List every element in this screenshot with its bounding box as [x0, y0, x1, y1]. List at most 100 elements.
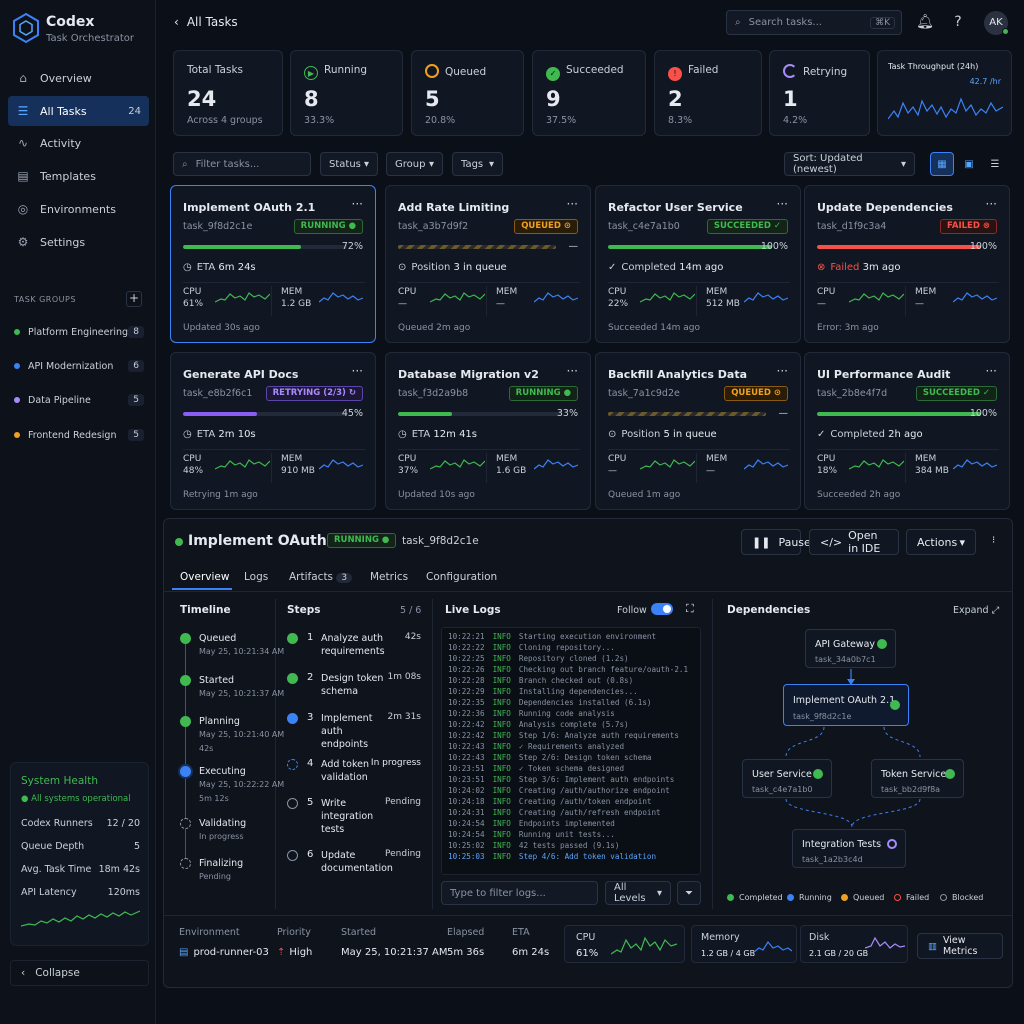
- group-dropdown[interactable]: Group ▾: [386, 152, 443, 176]
- help-icon[interactable]: ?: [949, 13, 967, 31]
- nav-settings[interactable]: ⚙ Settings: [8, 227, 149, 257]
- metric-value: 61%: [576, 948, 599, 959]
- check-icon: [945, 769, 955, 779]
- dep-node-current[interactable]: Implement OAuth 2.1 task_9f8d2c1e: [783, 684, 909, 726]
- nav-all-tasks[interactable]: ☰ All Tasks 24: [8, 96, 149, 126]
- dep-node[interactable]: Integration Tests task_1a2b3c4d: [792, 829, 906, 868]
- back-button[interactable]: ‹ All Tasks: [174, 15, 238, 29]
- board-view-icon[interactable]: ▣: [957, 152, 981, 176]
- divider: [486, 286, 487, 316]
- avatar[interactable]: AK: [984, 11, 1009, 35]
- nav-overview[interactable]: ⌂ Overview: [8, 63, 149, 93]
- health-value: 120ms: [107, 887, 140, 898]
- dep-node[interactable]: Token Service task_bb2d9f8a: [871, 759, 964, 798]
- clock-icon: ✓: [817, 429, 826, 440]
- task-card[interactable]: Generate API Docs ··· task_e8b2f6c1 RETR…: [170, 352, 376, 510]
- more-icon[interactable]: ···: [567, 197, 578, 211]
- actions-dropdown[interactable]: Actions ▾: [906, 529, 976, 555]
- dep-node[interactable]: API Gateway task_34a0b7c1: [805, 629, 896, 668]
- divider: [164, 915, 1012, 916]
- task-card[interactable]: Refactor User Service ··· task_c4e7a1b0 …: [595, 185, 801, 343]
- more-icon[interactable]: ···: [986, 364, 997, 378]
- open-in-ide-button[interactable]: </> Open in IDE: [809, 529, 899, 555]
- pause-button[interactable]: ❚❚ Pause: [741, 529, 811, 555]
- bar-chart-icon: ▥: [928, 940, 937, 952]
- log-time: 10:22:42: [448, 731, 485, 740]
- health-row: Queue Depth 5: [21, 841, 140, 852]
- filter-icon[interactable]: ⏷: [677, 881, 701, 905]
- more-icon[interactable]: ···: [986, 197, 997, 211]
- task-id: task_2b8e4f7d: [817, 388, 888, 399]
- group-item[interactable]: Frontend Redesign 5: [14, 426, 144, 444]
- dropdown-label: Status: [329, 158, 361, 170]
- retry-icon: [783, 64, 797, 78]
- timeline-time: May 25, 10:21:40 AM: [199, 730, 285, 739]
- tab-overview[interactable]: Overview: [180, 571, 229, 583]
- task-card[interactable]: Add Rate Limiting ··· task_a3b7d9f2 QUEU…: [385, 185, 591, 343]
- grid-view-icon[interactable]: ▦: [930, 152, 954, 176]
- expand-button[interactable]: Expand ⤢: [953, 605, 999, 616]
- task-updated: Succeeded 14m ago: [608, 323, 701, 333]
- group-item[interactable]: Data Pipeline 5: [14, 391, 144, 409]
- bell-icon[interactable]: 🔔︎: [916, 13, 934, 31]
- follow-toggle[interactable]: [651, 603, 673, 615]
- task-card[interactable]: UI Performance Audit ··· task_2b8e4f7d S…: [804, 352, 1010, 510]
- tags-dropdown[interactable]: Tags ▾: [452, 152, 503, 176]
- status-badge: SUCCEEDED ✓: [706, 219, 788, 234]
- stat-label: Failed: [688, 64, 719, 76]
- divider: [817, 282, 999, 283]
- nav-activity[interactable]: ∿ Activity: [8, 128, 149, 158]
- more-icon[interactable]: ···: [777, 364, 788, 378]
- fullscreen-icon[interactable]: ⛶: [686, 602, 694, 616]
- metric-value: 910 MB: [281, 466, 315, 476]
- log-message: Creating /auth/refresh endpoint: [518, 808, 661, 817]
- more-icon[interactable]: ···: [352, 364, 363, 378]
- log-filter-input[interactable]: Type to filter logs...: [441, 881, 598, 905]
- log-viewer[interactable]: 10:22:21 INFO Starting execution environme…: [441, 627, 701, 875]
- log-time: 10:22:36: [448, 709, 485, 718]
- status-dropdown[interactable]: Status ▾: [320, 152, 378, 176]
- more-icon[interactable]: ⁝: [992, 535, 995, 546]
- group-item[interactable]: Platform Engineering 8: [14, 323, 144, 341]
- legend-label: Running: [799, 893, 832, 902]
- avatar-initials: AK: [989, 17, 1003, 28]
- tab-artifacts[interactable]: Artifacts 3: [289, 571, 353, 583]
- add-group-button[interactable]: +: [126, 291, 142, 307]
- nav-environments[interactable]: ◎ Environments: [8, 194, 149, 224]
- tab-metrics[interactable]: Metrics: [370, 571, 408, 583]
- dep-node[interactable]: User Service task_c4e7a1b0: [742, 759, 832, 798]
- task-card[interactable]: Database Migration v2 ··· task_f3d2a9b8 …: [385, 352, 591, 510]
- tab-configuration[interactable]: Configuration: [426, 571, 497, 583]
- cpu-sparkline: [430, 459, 485, 470]
- more-icon[interactable]: ···: [567, 364, 578, 378]
- dep-id: task_34a0b7c1: [815, 655, 876, 664]
- group-count: 6: [128, 360, 144, 372]
- view-metrics-button[interactable]: ▥ View Metrics: [917, 933, 1003, 959]
- group-label: Platform Engineering: [28, 326, 129, 338]
- log-level-dropdown[interactable]: All Levels ▾: [605, 881, 671, 905]
- log-level: INFO: [492, 841, 511, 850]
- step-number: 1: [307, 632, 314, 643]
- sort-dropdown[interactable]: Sort: Updated (newest) ▾: [784, 152, 915, 176]
- log-message: Cloning repository...: [518, 643, 615, 652]
- log-level: INFO: [492, 808, 511, 817]
- task-card[interactable]: Implement OAuth 2.1 ··· task_9f8d2c1e RU…: [170, 185, 376, 343]
- more-icon[interactable]: ···: [777, 197, 788, 211]
- list-view-icon[interactable]: ☰: [983, 152, 1007, 176]
- status-badge: RUNNING ●: [327, 533, 397, 548]
- step-number: 4: [307, 758, 314, 769]
- group-item[interactable]: API Modernization 6: [14, 357, 144, 375]
- nav-templates[interactable]: ▤ Templates: [8, 161, 149, 191]
- mem-metric: MEM —: [915, 286, 936, 310]
- tab-logs[interactable]: Logs: [244, 571, 268, 583]
- collapse-button[interactable]: ‹ Collapse: [10, 960, 149, 986]
- pending-icon: [287, 850, 298, 861]
- group-color-dot: [14, 432, 20, 438]
- filter-input[interactable]: ⌕ Filter tasks...: [173, 152, 311, 176]
- task-card[interactable]: Backfill Analytics Data ··· task_7a1c9d2…: [595, 352, 801, 510]
- more-icon[interactable]: ···: [352, 197, 363, 211]
- task-card[interactable]: Update Dependencies ··· task_d1f9c3a4 FA…: [804, 185, 1010, 343]
- search-input[interactable]: ⌕ Search tasks... ⌘K: [726, 10, 902, 35]
- divider: [398, 449, 580, 450]
- progress-bar: [608, 245, 772, 249]
